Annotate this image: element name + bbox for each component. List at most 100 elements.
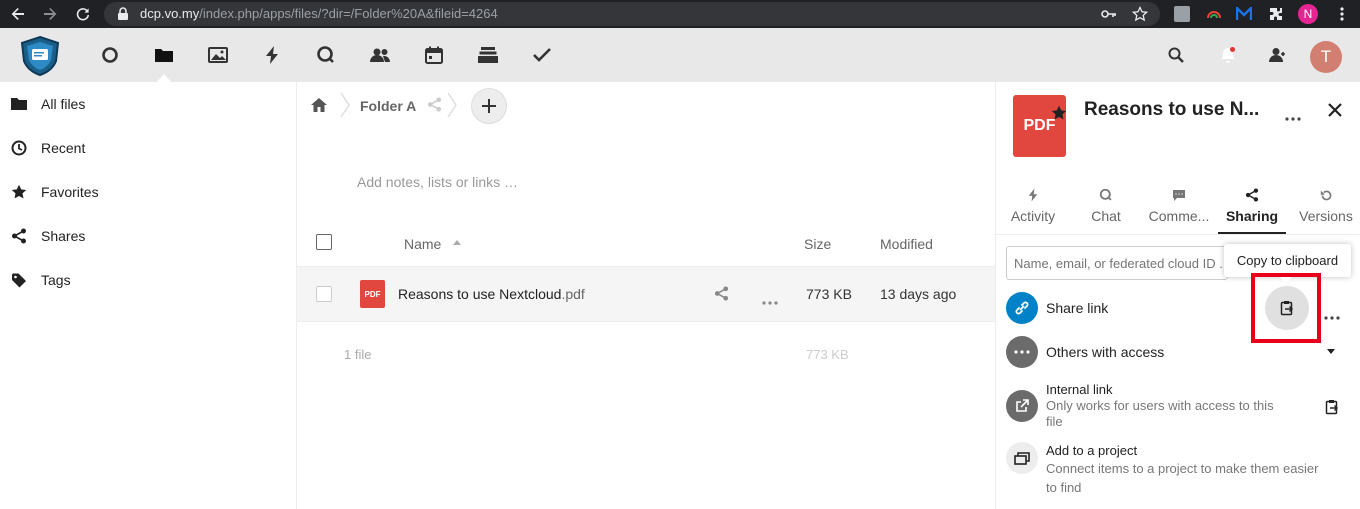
- tag-icon: [11, 272, 27, 288]
- tab-activity[interactable]: Activity: [998, 186, 1068, 234]
- row-more-icon[interactable]: [762, 292, 778, 305]
- tasks-check-icon[interactable]: [530, 43, 554, 67]
- internal-link-avatar: [1006, 390, 1038, 422]
- projects-icon: [1014, 452, 1030, 465]
- breadcrumb-share-icon[interactable]: [427, 97, 443, 113]
- row-divider: [297, 321, 995, 322]
- chevron-down-icon[interactable]: [1327, 349, 1335, 354]
- history-icon: [1294, 186, 1358, 204]
- chat-icon: [1076, 186, 1136, 204]
- breadcrumb-separator: [339, 92, 351, 118]
- reload-icon[interactable]: [73, 4, 93, 24]
- app-header: T: [0, 28, 1360, 82]
- sidebar-item-label: All files: [41, 96, 86, 112]
- file-name[interactable]: Reasons to use Nextcloud.pdf: [398, 286, 585, 302]
- tab-label: Versions: [1299, 208, 1353, 224]
- search-icon[interactable]: [1164, 43, 1188, 67]
- forward-icon[interactable]: [40, 4, 60, 24]
- share-link-more-icon[interactable]: [1324, 307, 1340, 320]
- deck-icon[interactable]: [476, 43, 500, 67]
- files-icon[interactable]: [152, 43, 176, 67]
- tab-sharing[interactable]: Sharing: [1218, 186, 1286, 234]
- copy-internal-link-icon[interactable]: [1324, 399, 1340, 415]
- sidebar-item-shares[interactable]: Shares: [0, 214, 296, 258]
- sidebar-item-label: Favorites: [41, 184, 99, 200]
- comment-icon: [1144, 186, 1214, 204]
- external-link-icon: [1016, 399, 1029, 412]
- files-summary-size: 773 KB: [806, 347, 849, 362]
- sidebar-item-recent[interactable]: Recent: [0, 126, 296, 170]
- extension-rainbow-icon[interactable]: [1204, 4, 1224, 24]
- share-search-input[interactable]: [1006, 246, 1228, 280]
- tabs-divider: [996, 234, 1360, 235]
- contacts-icon[interactable]: [368, 43, 392, 67]
- activity-icon[interactable]: [260, 43, 284, 67]
- details-more-icon[interactable]: [1285, 108, 1301, 121]
- share-icon: [1218, 186, 1286, 204]
- tab-chat[interactable]: Chat: [1076, 186, 1136, 234]
- close-icon[interactable]: [1328, 103, 1342, 117]
- column-header-name[interactable]: Name: [404, 236, 441, 252]
- project-avatar[interactable]: [1006, 442, 1038, 474]
- sidebar-item-label: Shares: [41, 228, 86, 244]
- project-desc: to find: [1046, 480, 1082, 495]
- folder-icon: [11, 96, 27, 112]
- sidebar-item-all-files[interactable]: All files: [0, 82, 296, 126]
- tab-label: Sharing: [1225, 208, 1279, 224]
- sidebar-item-label: Recent: [41, 140, 86, 156]
- sidebar-item-label: Tags: [41, 272, 71, 288]
- internal-link-desc: file: [1046, 414, 1063, 429]
- details-title: Reasons to use N...: [1084, 99, 1260, 120]
- browser-toolbar: dcp.vo.my/index.php/apps/files/?dir=/Fol…: [0, 0, 1360, 28]
- sidebar-item-favorites[interactable]: Favorites: [0, 170, 296, 214]
- contacts-menu-icon[interactable]: [1264, 43, 1288, 67]
- home-icon[interactable]: [310, 97, 330, 113]
- clipboard-icon: [1280, 301, 1293, 316]
- photos-icon[interactable]: [206, 43, 230, 67]
- others-with-access-label[interactable]: Others with access: [1046, 344, 1164, 360]
- tab-versions[interactable]: Versions: [1294, 186, 1358, 234]
- row-checkbox[interactable]: [316, 286, 332, 302]
- select-all-checkbox[interactable]: [316, 234, 332, 250]
- column-header-modified[interactable]: Modified: [880, 236, 933, 252]
- new-file-button[interactable]: [471, 88, 507, 124]
- project-title[interactable]: Add to a project: [1046, 443, 1137, 458]
- others-avatar: [1006, 336, 1038, 368]
- tab-label: Chat: [1091, 208, 1121, 224]
- activity-icon: [998, 186, 1068, 204]
- rich-workspace-placeholder[interactable]: Add notes, lists or links …: [357, 174, 518, 190]
- column-header-size[interactable]: Size: [804, 236, 831, 252]
- breadcrumb-folder[interactable]: Folder A: [360, 98, 416, 114]
- files-navigation: All files Recent Favorites Shares Tags: [0, 82, 297, 509]
- tab-comments[interactable]: Comme...: [1144, 186, 1214, 234]
- user-avatar[interactable]: T: [1310, 41, 1342, 73]
- copy-link-button[interactable]: [1265, 286, 1309, 330]
- back-icon[interactable]: [8, 4, 28, 24]
- share-icon: [11, 228, 27, 244]
- sort-ascending-icon: [453, 240, 461, 245]
- notifications-bell-icon[interactable]: [1216, 43, 1240, 67]
- share-link-label: Share link: [1046, 300, 1109, 316]
- favorite-star-icon[interactable]: [1051, 105, 1067, 121]
- puzzle-extensions-icon[interactable]: [1266, 4, 1286, 24]
- table-row[interactable]: PDF Reasons to use Nextcloud.pdf 773 KB …: [297, 267, 995, 321]
- active-app-indicator: [157, 74, 171, 82]
- extension-a-icon[interactable]: [1172, 4, 1192, 24]
- extension-m-icon[interactable]: [1234, 4, 1254, 24]
- key-icon[interactable]: [1099, 4, 1119, 24]
- logo-icon[interactable]: [18, 35, 62, 77]
- sidebar-item-tags[interactable]: Tags: [0, 258, 296, 302]
- details-sidebar: PDF Reasons to use N... Activity Chat Co…: [995, 82, 1360, 509]
- internal-link-desc: Only works for users with access to this: [1046, 398, 1274, 413]
- star-bookmark-icon[interactable]: [1130, 4, 1150, 24]
- talk-icon[interactable]: [314, 43, 338, 67]
- menu-kebab-icon[interactable]: [1332, 4, 1352, 24]
- lock-icon[interactable]: [113, 4, 133, 24]
- share-link-avatar: [1006, 292, 1038, 324]
- dashboard-icon[interactable]: [98, 43, 122, 67]
- profile-avatar[interactable]: N: [1298, 4, 1318, 24]
- address-url[interactable]: dcp.vo.my/index.php/apps/files/?dir=/Fol…: [140, 6, 498, 21]
- breadcrumb-separator: [446, 92, 458, 118]
- row-share-icon[interactable]: [714, 286, 730, 302]
- calendar-icon[interactable]: [422, 43, 446, 67]
